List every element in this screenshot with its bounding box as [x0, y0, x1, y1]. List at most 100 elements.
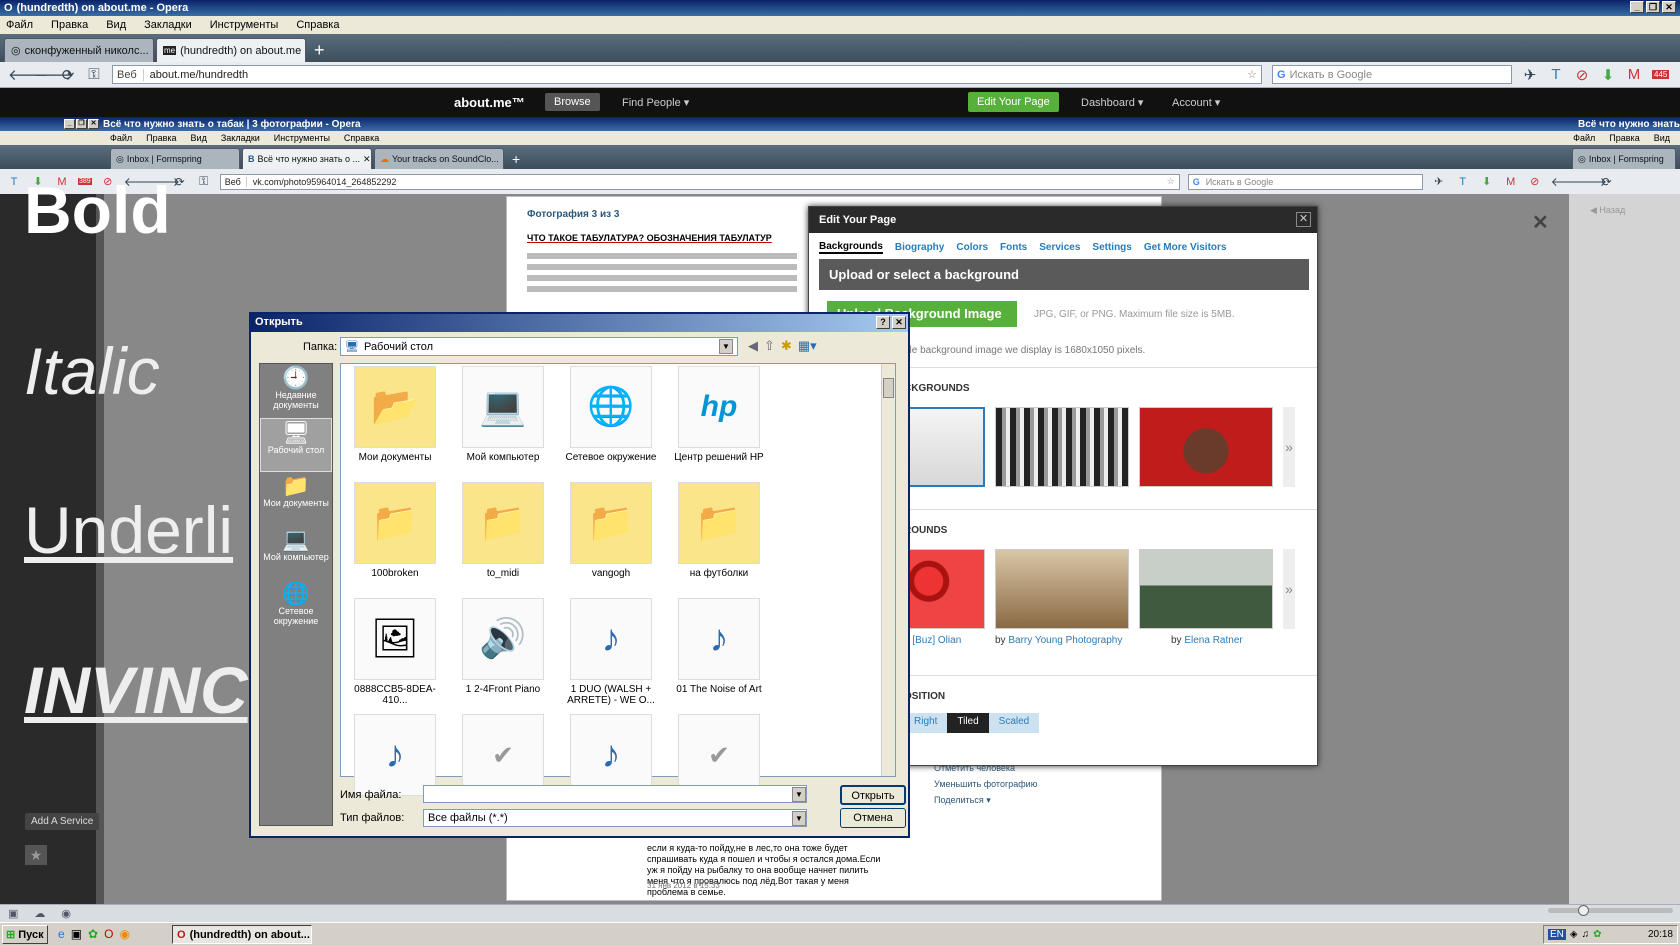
tab-fonts[interactable]: Fonts [1000, 242, 1027, 253]
bookmark-star-icon[interactable]: ☆ [1247, 68, 1257, 81]
forward-icon[interactable]: 🡒 [34, 65, 74, 84]
inner-translate-icon[interactable]: T [1455, 176, 1471, 188]
icq-icon[interactable]: ✿ [88, 927, 98, 941]
translate-icon[interactable]: T [1548, 66, 1564, 83]
extension-icon[interactable]: ⊘ [1574, 66, 1590, 84]
new-folder-icon[interactable]: ✱ [781, 338, 792, 354]
inner-tab-vk[interactable]: B Всё что нужно знать о ... ✕ [242, 148, 372, 169]
restore-button[interactable]: ❐ [1646, 1, 1660, 13]
file-list[interactable]: 📂 Мои документы 💻 Мой компьютер 🌐 Сетевое окр… [340, 363, 896, 796]
dashboard-menu[interactable]: Dashboard ▾ [1081, 96, 1143, 109]
inner-url-field[interactable]: Веб vk.com/photo95964014_264852292 ☆ [219, 173, 1180, 190]
menu-tools[interactable]: Инструменты [210, 19, 279, 31]
inner-reload-icon[interactable]: ⟳ [172, 175, 188, 189]
opera-launch-icon[interactable]: O [104, 927, 113, 941]
new-tab-button[interactable]: + [308, 40, 331, 61]
back-icon[interactable]: ◀ [748, 338, 758, 354]
tab-get-more-visitors[interactable]: Get More Visitors [1144, 242, 1227, 253]
caption-author-link[interactable]: n [Buz] Olian [904, 635, 961, 646]
caption-author-link[interactable]: Barry Young Photography [1008, 635, 1122, 646]
file-item[interactable]: 📁 vangogh [561, 482, 661, 590]
inner-tab-formspring[interactable]: ◎ Inbox | Formspring [110, 148, 240, 169]
language-indicator[interactable]: EN [1548, 929, 1566, 940]
minimize-button[interactable]: _ [1630, 1, 1644, 13]
turbo-icon[interactable]: ◉ [61, 907, 71, 920]
inner-right-menu-file[interactable]: Файл [1573, 133, 1595, 143]
tab-close-icon[interactable]: ✕ [305, 44, 306, 57]
inner-bookmark-star-icon[interactable]: ☆ [1167, 176, 1175, 187]
edit-panel-close-icon[interactable]: ✕ [1296, 212, 1311, 227]
open-button[interactable]: Открыть [840, 785, 906, 805]
inner-menu-edit[interactable]: Правка [146, 133, 176, 143]
inner-menu-tools[interactable]: Инструменты [274, 133, 330, 143]
inner-mail-icon-2[interactable]: M [1503, 176, 1519, 188]
place-recent[interactable]: 🕘 Недавние документы [260, 364, 332, 418]
inner-right-menu-edit[interactable]: Правка [1609, 133, 1639, 143]
bg-thumb-pier[interactable] [995, 549, 1129, 629]
start-button[interactable]: ⊞ Пуск [2, 925, 48, 944]
file-item[interactable]: ✔ [669, 714, 769, 822]
browse-button[interactable]: Browse [545, 93, 600, 111]
cancel-button[interactable]: Отмена [840, 808, 906, 828]
position-right-button[interactable]: Right [904, 713, 948, 733]
chevron-down-icon[interactable]: ▼ [719, 339, 733, 354]
tray-icon[interactable]: ◈ [1570, 929, 1578, 940]
file-item[interactable]: ♪ 01 The Noise of Art [669, 598, 769, 706]
inner-search-field[interactable]: G Искать в Google [1187, 173, 1423, 190]
filetype-select[interactable]: Все файлы (*.*) [423, 809, 807, 827]
outer-tab-2[interactable]: me (hundredth) on about.me ✕ [156, 38, 306, 62]
filename-chevron-down-icon[interactable]: ▼ [792, 787, 806, 802]
menu-help[interactable]: Справка [296, 19, 339, 31]
back-icon[interactable]: 🡐 [8, 65, 48, 84]
file-item[interactable]: 📂 Мои документы [345, 366, 445, 474]
ie-icon[interactable]: e [58, 927, 65, 941]
file-item[interactable]: 📁 на футболки [669, 482, 769, 590]
inner-close-button[interactable]: ✕ [88, 119, 99, 129]
caption-author-link[interactable]: Elena Ratner [1184, 635, 1242, 646]
filename-input[interactable] [423, 785, 807, 803]
inner-restore-button[interactable]: ❐ [76, 119, 87, 129]
position-tiled-button[interactable]: Tiled [947, 713, 989, 733]
tray-icon[interactable]: ✿ [1593, 929, 1601, 940]
lookin-dropdown[interactable]: 🖥 Рабочий стол ▼ [340, 337, 738, 356]
file-item[interactable]: ✔ [453, 714, 553, 822]
tab-close-icon[interactable]: ✕ [153, 44, 154, 57]
tab-biography[interactable]: Biography [895, 242, 944, 253]
url-field[interactable]: Веб about.me/hundredth ☆ [112, 65, 1262, 84]
inner-key-icon[interactable]: ⚿ [196, 174, 212, 189]
download-icon[interactable]: ⬇ [1600, 66, 1616, 84]
inner-reload-icon-2[interactable]: ⟳ [1599, 175, 1615, 189]
scroll-thumb[interactable] [883, 378, 894, 398]
search-field[interactable]: G Искать в Google [1272, 65, 1512, 84]
reload-icon[interactable]: ⟳ [60, 66, 76, 84]
star-icon[interactable]: ★ [25, 845, 47, 865]
inner-download-icon[interactable]: ⬇ [1479, 175, 1495, 188]
show-desktop-icon[interactable]: ▣ [71, 927, 82, 941]
unite-icon[interactable]: ☁ [34, 907, 45, 920]
tab-close-icon[interactable]: ✕ [363, 154, 371, 165]
key-icon[interactable]: ⚿ [86, 66, 102, 83]
bg-thumb-buildings[interactable] [995, 407, 1129, 487]
inner-menu-file[interactable]: Файл [110, 133, 132, 143]
inner-menu-bookmarks[interactable]: Закладки [221, 133, 260, 143]
bg-thumb-tomatoes[interactable] [904, 549, 985, 629]
menu-file[interactable]: Файл [6, 19, 33, 31]
file-item[interactable]: ♪ [561, 714, 661, 822]
inner-right-menu-view[interactable]: Вид [1654, 133, 1670, 143]
find-people-menu[interactable]: Find People ▾ [622, 96, 689, 109]
overlay-close-icon[interactable]: ✕ [1532, 210, 1549, 235]
dialog-help-button[interactable]: ? [876, 316, 890, 329]
place-desktop[interactable]: 🖥 Рабочий стол [260, 418, 332, 472]
file-item[interactable]: 🖼 0888CCB5-8DEA-410... [345, 598, 445, 706]
edit-your-page-button[interactable]: Edit Your Page [968, 92, 1059, 112]
mail-icon[interactable]: M [1626, 66, 1642, 83]
tab-settings[interactable]: Settings [1092, 242, 1131, 253]
file-item[interactable]: 📁 100broken [345, 482, 445, 590]
more-backgrounds-icon[interactable]: » [1283, 407, 1295, 487]
inner-new-tab-button[interactable]: + [506, 151, 526, 167]
taskbar-opera-window[interactable]: O (hundredth) on about... [172, 925, 312, 944]
tab-colors[interactable]: Colors [956, 242, 988, 253]
tab-services[interactable]: Services [1039, 242, 1080, 253]
more-featured-icon[interactable]: » [1283, 549, 1295, 629]
file-item[interactable]: hp Центр решений HP [669, 366, 769, 474]
